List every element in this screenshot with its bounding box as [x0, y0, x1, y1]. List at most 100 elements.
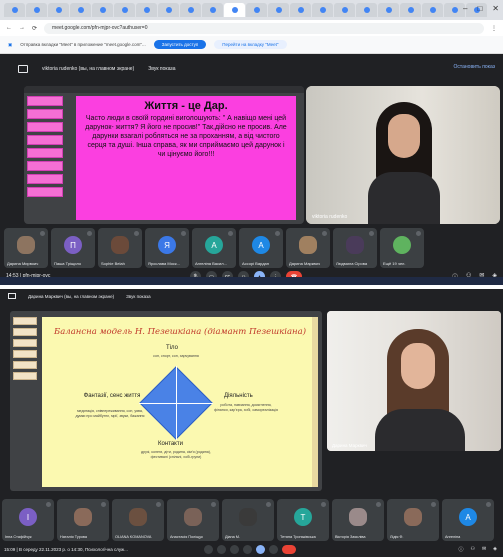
- activities-icon[interactable]: ◈: [493, 546, 497, 553]
- slide-thumbnail[interactable]: [27, 135, 63, 145]
- share-audio-label[interactable]: Звук показа: [126, 294, 151, 299]
- slide-thumbnail[interactable]: [13, 328, 37, 336]
- participant-tile[interactable]: OLIANA KOMANOVA: [112, 499, 164, 541]
- infobar-text: Отправка вкладки "Meet" в приложение "me…: [20, 42, 146, 47]
- muted-mic-icon: [156, 502, 161, 507]
- forward-icon[interactable]: →: [19, 25, 25, 31]
- tab-favicon-icon: [187, 7, 194, 13]
- meeting-details[interactable]: В середу 22.11.2023 р. о 14:30, Психолог…: [19, 547, 128, 552]
- participant-avatar: Я: [158, 236, 176, 254]
- slide-thumbnail[interactable]: [13, 372, 37, 380]
- browser-tab[interactable]: [356, 3, 377, 17]
- browser-tab[interactable]: [268, 3, 289, 17]
- browser-tab[interactable]: [114, 3, 135, 17]
- slide-thumbnail[interactable]: [27, 109, 63, 119]
- browser-tab[interactable]: [202, 3, 223, 17]
- tab-favicon-icon: [11, 7, 18, 13]
- browser-tab[interactable]: [136, 3, 157, 17]
- tab-favicon-icon: [253, 7, 260, 13]
- browser-tab[interactable]: [70, 3, 91, 17]
- go-to-tab-button[interactable]: Перейти на вкладку "Meet": [214, 40, 287, 49]
- tab-favicon-icon: [297, 7, 304, 13]
- browser-tab[interactable]: [422, 3, 443, 17]
- start-sharing-button[interactable]: Запустить доступ: [153, 40, 207, 49]
- muted-mic-icon: [266, 502, 271, 507]
- slide-thumbnail[interactable]: [13, 317, 37, 325]
- reload-icon[interactable]: ⟳: [32, 25, 37, 32]
- participant-tile[interactable]: Людмила Сірова: [333, 228, 377, 268]
- chat-icon[interactable]: ✉: [482, 546, 486, 553]
- browser-tab[interactable]: [158, 3, 179, 17]
- slide-thumbnail[interactable]: [27, 187, 63, 197]
- speaker-camera-tile[interactable]: viktoria rudenko: [306, 86, 500, 224]
- end-call-icon[interactable]: [282, 545, 296, 554]
- participant-tile[interactable]: Я Ярослава Моск...: [145, 228, 189, 268]
- captions-icon[interactable]: [230, 545, 239, 554]
- camera-icon[interactable]: [217, 545, 226, 554]
- participant-name: Ангеліна: [445, 535, 461, 539]
- muted-mic-icon: [275, 231, 280, 236]
- participant-tile[interactable]: Діана М.: [222, 499, 274, 541]
- participant-photo: [239, 508, 257, 526]
- browser-tab[interactable]: [180, 3, 201, 17]
- browser-tab[interactable]: [378, 3, 399, 17]
- people-icon[interactable]: ⚇: [470, 546, 474, 553]
- browser-tab[interactable]: [224, 3, 245, 17]
- muted-mic-icon: [134, 231, 139, 236]
- slide-thumbnail[interactable]: [27, 96, 63, 106]
- participant-tile[interactable]: А Ангеліна: [442, 499, 494, 541]
- browser-tab[interactable]: [26, 3, 47, 17]
- participant-tile[interactable]: Лідія Ф.: [387, 499, 439, 541]
- browser-tab[interactable]: [312, 3, 333, 17]
- participant-tile[interactable]: Sophie Belah: [98, 228, 142, 268]
- participant-name: Паша Тріщило: [54, 261, 82, 266]
- emoji-icon[interactable]: [243, 545, 252, 554]
- browser-tab[interactable]: [92, 3, 113, 17]
- browser-tab[interactable]: [444, 3, 465, 17]
- browser-tab[interactable]: [48, 3, 69, 17]
- speaker-name: viktoria rudenko: [312, 214, 348, 220]
- participant-tile[interactable]: А Ангеліна Васил...: [192, 228, 236, 268]
- browser-tab[interactable]: [290, 3, 311, 17]
- slide-edge: [312, 317, 318, 487]
- browser-tab[interactable]: [334, 3, 355, 17]
- maximize-icon[interactable]: □: [477, 4, 482, 13]
- participant-photo: [346, 236, 364, 254]
- url-field[interactable]: meet.google.com/pfn-mjpr-ovc?authuser=0: [44, 22, 484, 34]
- info-icon[interactable]: ⓘ: [458, 546, 463, 553]
- browser-tab[interactable]: [400, 3, 421, 17]
- slide-thumbnail[interactable]: [27, 148, 63, 158]
- share-audio-label[interactable]: Звук показа: [148, 66, 175, 72]
- participant-photo: [17, 236, 35, 254]
- participant-tile[interactable]: Дарина Марквич: [286, 228, 330, 268]
- extensions-icon[interactable]: ⋮: [491, 25, 497, 32]
- slide-thumbnail[interactable]: [27, 161, 63, 171]
- participant-tile[interactable]: П Паша Тріщило: [51, 228, 95, 268]
- slide-thumbnail[interactable]: [27, 122, 63, 132]
- muted-mic-icon: [181, 231, 186, 236]
- back-icon[interactable]: ←: [6, 25, 12, 31]
- slide-thumbnail[interactable]: [13, 361, 37, 369]
- more-options-icon[interactable]: [269, 545, 278, 554]
- slide-thumbnail[interactable]: [13, 339, 37, 347]
- browser-tab[interactable]: [246, 3, 267, 17]
- participant-tile[interactable]: Ещё 19 чел.: [380, 228, 424, 268]
- close-icon[interactable]: ✕: [492, 4, 499, 13]
- participant-tile[interactable]: Наталія Турова: [57, 499, 109, 541]
- participant-tile[interactable]: І Інна Стафійчук: [2, 499, 54, 541]
- participant-tile[interactable]: А Ассорі Вардан: [239, 228, 283, 268]
- participant-tile[interactable]: Дарина Мирвоич: [4, 228, 48, 268]
- shared-slide-window: Балансна модель Н. Пезешкіана (діамант П…: [10, 311, 322, 491]
- participant-tile[interactable]: Анастасія Поліщук: [167, 499, 219, 541]
- present-icon[interactable]: [256, 545, 265, 554]
- slide-thumbnail[interactable]: [27, 174, 63, 184]
- participant-name: Sophie Belah: [101, 261, 125, 266]
- mic-icon[interactable]: [204, 545, 213, 554]
- participant-tile[interactable]: Вікторія Заясліва: [332, 499, 384, 541]
- browser-tab[interactable]: [4, 3, 25, 17]
- stop-presenting-button[interactable]: Остановить показ: [454, 64, 495, 70]
- speaker-camera-tile[interactable]: Дарина Марквич: [327, 311, 501, 451]
- minimize-icon[interactable]: –: [463, 4, 467, 13]
- participant-tile[interactable]: Т Тетяна Троньківська: [277, 499, 329, 541]
- slide-thumbnail[interactable]: [13, 350, 37, 358]
